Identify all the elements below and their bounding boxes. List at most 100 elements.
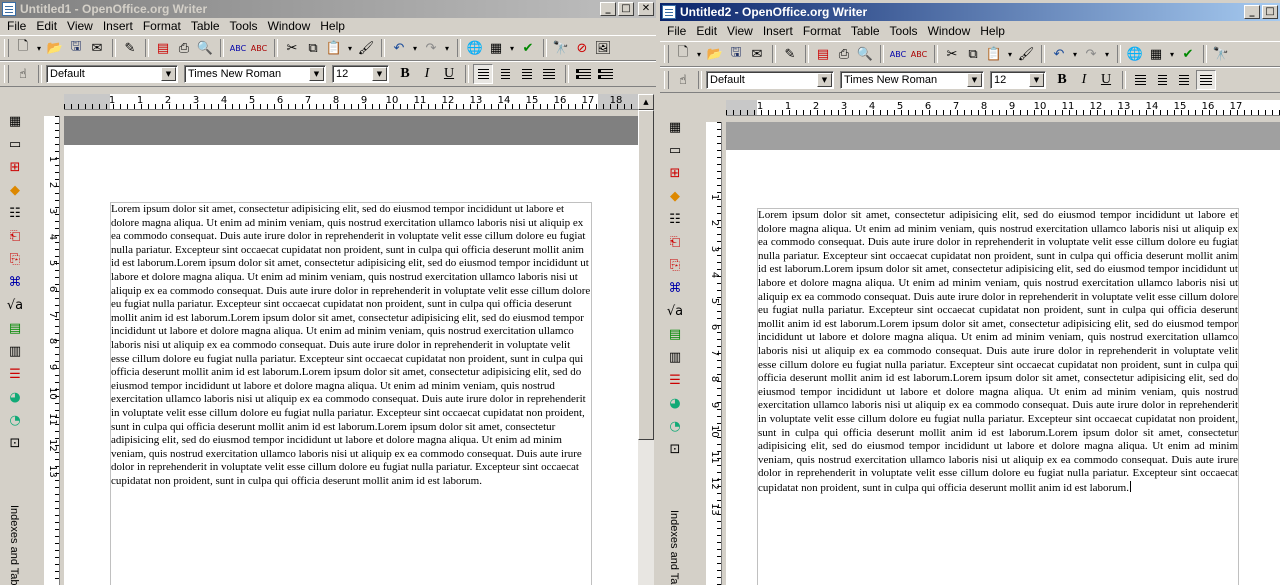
insert-section-icon[interactable]: ☷: [4, 203, 26, 223]
insert-footnote-icon[interactable]: ⎗: [4, 226, 26, 246]
maximize-button[interactable]: □: [1262, 5, 1278, 19]
font-size-select[interactable]: 12 ▼: [990, 71, 1046, 89]
font-name-select[interactable]: Times New Roman ▼: [840, 71, 984, 89]
align-center-button[interactable]: [495, 64, 515, 84]
font-size-select[interactable]: 12 ▼: [332, 65, 389, 83]
hyperlink-icon[interactable]: 🌐: [1125, 44, 1145, 64]
menu-tools[interactable]: Tools: [225, 18, 263, 35]
vertical-scrollbar[interactable]: ▲: [638, 94, 654, 585]
chevron-down-icon[interactable]: ▼: [309, 67, 324, 81]
title-bar[interactable]: Untitled2 - OpenOffice.org Writer _ □: [660, 3, 1280, 21]
print-preview-icon[interactable]: 🔍: [855, 44, 875, 64]
numbering-button[interactable]: [573, 64, 593, 84]
print-icon[interactable]: ⎙: [174, 38, 194, 58]
new-dropdown-icon[interactable]: ▾: [34, 38, 44, 58]
object-catalog-icon[interactable]: ⊡: [4, 433, 26, 453]
underline-button[interactable]: U: [439, 64, 459, 84]
menu-edit[interactable]: Edit: [31, 18, 62, 35]
menu-view[interactable]: View: [62, 18, 98, 35]
document-text[interactable]: Lorem ipsum dolor sit amet, consectetur …: [757, 208, 1239, 585]
pie-chart2-icon[interactable]: ◔: [664, 416, 686, 436]
export-pdf-icon[interactable]: ▤: [153, 38, 173, 58]
justify-button[interactable]: [1196, 70, 1216, 90]
menu-table[interactable]: Table: [846, 23, 885, 40]
spellcheck-icon[interactable]: ABC: [228, 38, 248, 58]
mail-icon[interactable]: ✉: [87, 38, 107, 58]
scroll-up-icon[interactable]: ▲: [638, 94, 654, 110]
align-left-button[interactable]: [473, 64, 493, 84]
new-doc-icon[interactable]: 🗋: [13, 38, 33, 58]
edit-doc-icon[interactable]: ✎: [780, 44, 800, 64]
table-icon[interactable]: ▦: [1146, 44, 1166, 64]
mail-icon[interactable]: ✉: [747, 44, 767, 64]
vertical-ruler[interactable]: 1 2 3 4 5 6 7 8 9 10 11 12 13: [706, 122, 722, 585]
insert-section-icon[interactable]: ☷: [664, 209, 686, 229]
horizontal-ruler[interactable]: 1 1 2 3 4 5 6 7 8 9 10 11 12 13 14 15 16 17 18: [64, 94, 638, 110]
toolbar-grip[interactable]: [4, 65, 9, 83]
menu-insert[interactable]: Insert: [98, 18, 138, 35]
table-dropdown-icon[interactable]: ▾: [1167, 44, 1177, 64]
menu-tools[interactable]: Tools: [885, 23, 923, 40]
cut-icon[interactable]: ✂: [942, 44, 962, 64]
menu-window[interactable]: Window: [923, 23, 976, 40]
paste-icon[interactable]: 📋: [324, 38, 344, 58]
numbering-icon[interactable]: ☰: [4, 364, 26, 384]
paste-dropdown-icon[interactable]: ▾: [1005, 44, 1015, 64]
show-draw-functions-icon[interactable]: ✔: [518, 38, 538, 58]
open-icon[interactable]: 📂: [45, 38, 65, 58]
cut-icon[interactable]: ✂: [282, 38, 302, 58]
autospell-icon[interactable]: ABC: [909, 44, 929, 64]
find-replace-icon[interactable]: 🔭: [551, 38, 571, 58]
chevron-down-icon[interactable]: ▼: [372, 67, 387, 81]
menu-help[interactable]: Help: [975, 23, 1010, 40]
toolbar-grip[interactable]: [4, 39, 9, 57]
align-center-button[interactable]: [1152, 70, 1172, 90]
paragraph-style-select[interactable]: Default ▼: [706, 71, 834, 89]
close-button[interactable]: ✕: [638, 2, 654, 16]
insert-index-icon[interactable]: ▥: [664, 347, 686, 367]
export-pdf-icon[interactable]: ▤: [813, 44, 833, 64]
insert-fields-icon[interactable]: ⊞: [4, 157, 26, 177]
menu-format[interactable]: Format: [138, 18, 186, 35]
menu-view[interactable]: View: [722, 23, 758, 40]
insert-footnote-icon[interactable]: ⎗: [664, 232, 686, 252]
insert-field-cmd-icon[interactable]: ⌘: [664, 278, 686, 298]
new-doc-icon[interactable]: 🗋: [673, 44, 693, 64]
save-icon[interactable]: 🖫: [726, 44, 746, 64]
bullets-button[interactable]: [595, 64, 615, 84]
menu-insert[interactable]: Insert: [758, 23, 798, 40]
copy-icon[interactable]: ⧉: [963, 44, 983, 64]
maximize-button[interactable]: □: [618, 2, 634, 16]
format-paintbrush-icon[interactable]: 🖌: [1016, 44, 1036, 64]
undo-dropdown-icon[interactable]: ▾: [1070, 44, 1080, 64]
align-right-button[interactable]: [1174, 70, 1194, 90]
menu-edit[interactable]: Edit: [691, 23, 722, 40]
copy-icon[interactable]: ⧉: [303, 38, 323, 58]
redo-icon[interactable]: ↷: [1081, 44, 1101, 64]
pie-chart-icon[interactable]: ◕: [4, 387, 26, 407]
undo-dropdown-icon[interactable]: ▾: [410, 38, 420, 58]
pie-chart2-icon[interactable]: ◔: [4, 410, 26, 430]
format-paintbrush-icon[interactable]: 🖌: [356, 38, 376, 58]
redo-dropdown-icon[interactable]: ▾: [1102, 44, 1112, 64]
font-name-select[interactable]: Times New Roman ▼: [184, 65, 326, 83]
paste-icon[interactable]: 📋: [984, 44, 1004, 64]
chevron-down-icon[interactable]: ▼: [967, 73, 982, 87]
insert-frame-icon[interactable]: ▭: [664, 140, 686, 160]
gallery-icon[interactable]: 🖼: [593, 38, 613, 58]
minimize-button[interactable]: _: [1244, 5, 1260, 19]
new-dropdown-icon[interactable]: ▾: [694, 44, 704, 64]
underline-button[interactable]: U: [1096, 70, 1116, 90]
table-icon[interactable]: ▦: [486, 38, 506, 58]
bold-button[interactable]: B: [1052, 70, 1072, 90]
paste-dropdown-icon[interactable]: ▾: [345, 38, 355, 58]
insert-chart-icon[interactable]: ▤: [664, 324, 686, 344]
table-dropdown-icon[interactable]: ▾: [507, 38, 517, 58]
document-text[interactable]: Lorem ipsum dolor sit amet, consectetur …: [110, 202, 592, 585]
insert-frame-icon[interactable]: ▭: [4, 134, 26, 154]
insert-index-icon[interactable]: ▥: [4, 341, 26, 361]
undo-icon[interactable]: ↶: [389, 38, 409, 58]
insert-formula-icon[interactable]: √a: [664, 301, 686, 321]
find-replace-icon[interactable]: 🔭: [1211, 44, 1231, 64]
menu-window[interactable]: Window: [263, 18, 316, 35]
